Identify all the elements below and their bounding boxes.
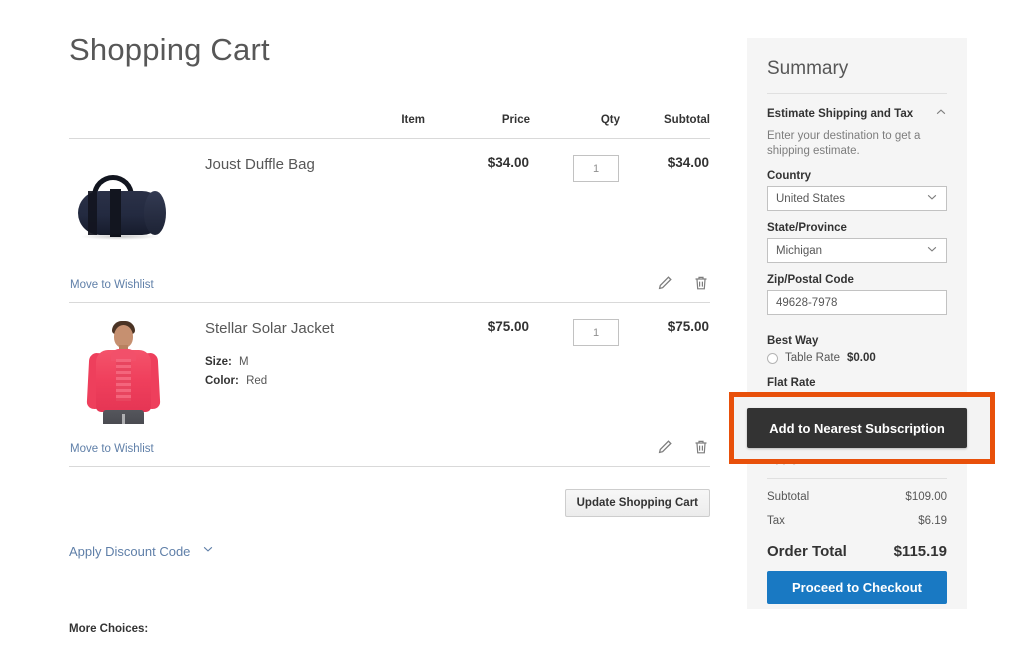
chevron-up-icon[interactable] xyxy=(935,106,947,121)
item-actions-cell: Move to Wishlist xyxy=(69,261,710,303)
product-subtotal: $34.00 xyxy=(667,155,709,170)
product-subtotal: $75.00 xyxy=(667,319,709,334)
product-thumbnail-duffle-bag[interactable] xyxy=(70,155,175,260)
column-header-subtotal: Subtotal xyxy=(620,114,710,139)
duffle-bag-icon xyxy=(70,173,175,243)
order-totals: Subtotal $109.00 Tax $6.19 Order Total $… xyxy=(767,478,947,560)
item-actions-cell: Move to Wishlist xyxy=(69,425,710,467)
estimate-shipping-heading: Estimate Shipping and Tax xyxy=(767,107,914,120)
qty-input[interactable] xyxy=(573,319,619,346)
table-row: Stellar Solar Jacket Size: M Color: Red xyxy=(69,303,710,426)
state-province-select[interactable]: Michigan xyxy=(767,238,947,263)
edit-pencil-icon[interactable] xyxy=(657,439,673,455)
product-option-size: Size: M xyxy=(205,354,424,371)
delete-trash-icon[interactable] xyxy=(693,275,709,291)
estimate-shipping-and-tax-toggle[interactable]: Estimate Shipping and Tax xyxy=(767,94,947,121)
product-details-cell: Joust Duffle Bag xyxy=(204,139,425,262)
apply-discount-code-row: Apply Discount Code xyxy=(69,542,710,561)
item-actions-row: Move to Wishlist xyxy=(69,261,710,303)
estimate-shipping-note: Enter your destination to get a shipping… xyxy=(767,130,921,157)
state-province-label: State/Province xyxy=(767,222,847,234)
chevron-down-icon[interactable] xyxy=(202,542,214,560)
product-option-color: Color: Red xyxy=(205,373,424,390)
quantity-cell xyxy=(530,303,620,426)
order-total-label: Order Total xyxy=(767,543,847,560)
totals-row-tax: Tax $6.19 xyxy=(767,503,947,527)
quantity-cell xyxy=(530,139,620,262)
more-choices-label: More Choices: xyxy=(69,623,149,635)
edit-pencil-icon[interactable] xyxy=(657,275,673,291)
cart-section: Shopping Cart Item Price Qty Subtotal Jo… xyxy=(69,30,710,635)
cart-table-body: Joust Duffle Bag $34.00 $34.00 Move to W… xyxy=(69,139,710,467)
apply-discount-code-link[interactable]: Apply Discount Code xyxy=(69,544,190,559)
zip-value: 49628-7978 xyxy=(776,296,838,309)
order-summary-panel: Summary Estimate Shipping and Tax Enter … xyxy=(747,38,967,609)
add-to-nearest-subscription-button[interactable]: Add to Nearest Subscription xyxy=(747,408,967,448)
zip-postal-code-label: Zip/Postal Code xyxy=(767,274,854,286)
country-label: Country xyxy=(767,170,812,182)
product-name-link[interactable]: Stellar Solar Jacket xyxy=(205,319,424,338)
column-header-qty: Qty xyxy=(530,114,620,139)
jacket-model-image xyxy=(76,319,168,424)
item-actions-row: Move to Wishlist xyxy=(69,425,710,467)
shipping-method-name: Table Rate xyxy=(785,352,840,364)
totals-row-order-total: Order Total $115.19 xyxy=(767,527,947,560)
zip-postal-code-input[interactable]: 49628-7978 xyxy=(767,290,947,315)
product-image-cell xyxy=(69,303,204,426)
cart-table-head: Item Price Qty Subtotal xyxy=(69,114,710,139)
cart-footer-actions: Update Shopping Cart xyxy=(69,489,710,517)
totals-row-subtotal: Subtotal $109.00 xyxy=(767,479,947,503)
option-value: M xyxy=(239,356,249,368)
column-header-price: Price xyxy=(425,114,530,139)
table-row: Joust Duffle Bag $34.00 $34.00 xyxy=(69,139,710,262)
column-header-item: Item xyxy=(69,114,425,139)
totals-label: Subtotal xyxy=(767,491,810,503)
product-details-cell: Stellar Solar Jacket Size: M Color: Red xyxy=(204,303,425,426)
state-selected-value: Michigan xyxy=(776,244,823,257)
totals-label: Tax xyxy=(767,515,785,527)
totals-value: $109.00 xyxy=(905,491,947,503)
delete-trash-icon[interactable] xyxy=(693,439,709,455)
carrier-title: Flat Rate xyxy=(767,377,816,389)
update-shopping-cart-button[interactable]: Update Shopping Cart xyxy=(564,489,710,517)
option-value: Red xyxy=(246,375,268,387)
radio-button[interactable] xyxy=(767,352,778,364)
shipping-option-table-rate[interactable]: Table Rate $0.00 xyxy=(767,352,947,364)
product-name-link[interactable]: Joust Duffle Bag xyxy=(205,155,424,174)
order-total-value: $115.19 xyxy=(893,543,947,560)
move-to-wishlist-link[interactable]: Move to Wishlist xyxy=(70,279,154,291)
product-options-list: Size: M Color: Red xyxy=(205,354,424,390)
move-to-wishlist-link[interactable]: Move to Wishlist xyxy=(70,443,154,455)
chevron-down-icon xyxy=(926,191,938,206)
cart-header-row: Item Price Qty Subtotal xyxy=(69,114,710,139)
shipping-method-rate: $0.00 xyxy=(846,352,876,364)
country-select[interactable]: United States xyxy=(767,186,947,211)
item-action-icons xyxy=(657,439,709,455)
product-thumbnail-solar-jacket[interactable] xyxy=(70,319,175,424)
option-label: Size: xyxy=(205,356,232,368)
item-action-icons xyxy=(657,275,709,291)
country-selected-value: United States xyxy=(776,192,846,205)
product-price: $75.00 xyxy=(487,319,529,334)
chevron-down-icon xyxy=(926,243,938,258)
carrier-title: Best Way xyxy=(767,335,819,347)
shopping-cart-page: Shopping Cart Item Price Qty Subtotal Jo… xyxy=(0,0,1024,650)
option-label: Color: xyxy=(205,375,239,387)
product-price: $34.00 xyxy=(487,155,529,170)
qty-input[interactable] xyxy=(573,155,619,182)
page-title: Shopping Cart xyxy=(69,32,270,67)
cart-items-table: Item Price Qty Subtotal Joust Duffle Bag… xyxy=(69,114,710,467)
summary-title: Summary xyxy=(767,58,849,79)
proceed-to-checkout-button[interactable]: Proceed to Checkout xyxy=(767,571,947,604)
product-image-cell xyxy=(69,139,204,262)
totals-value: $6.19 xyxy=(918,515,947,527)
